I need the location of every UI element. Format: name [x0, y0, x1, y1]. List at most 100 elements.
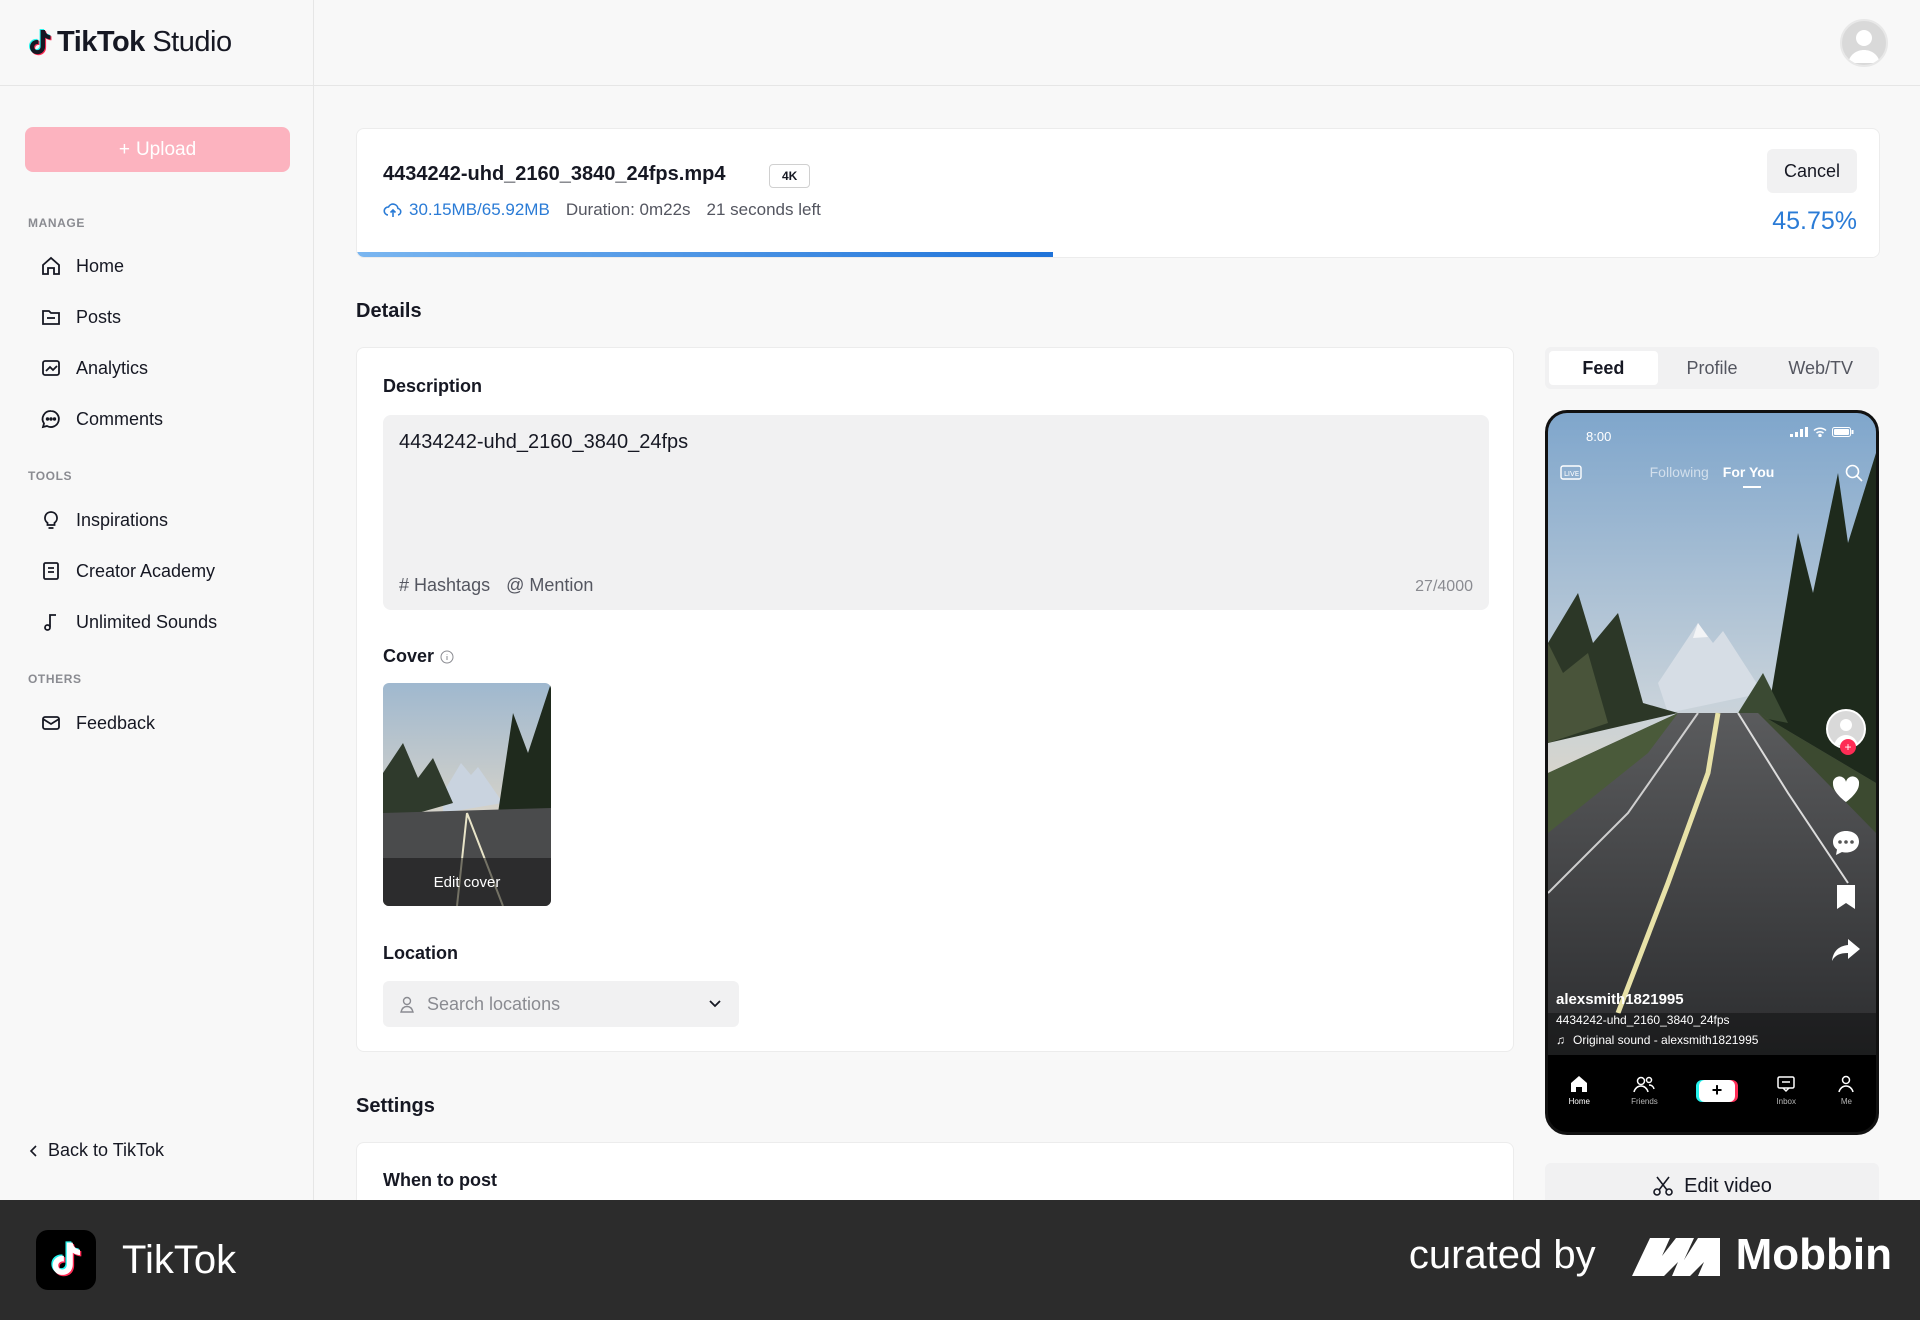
description-text: 4434242-uhd_2160_3840_24fps	[399, 431, 689, 453]
phone-sound: ♫ Original sound - alexsmith1821995	[1556, 1033, 1758, 1047]
phone-nav-label: Inbox	[1776, 1097, 1796, 1106]
bookmark-icon	[1837, 885, 1855, 909]
info-icon[interactable]	[440, 650, 454, 664]
cloud-upload-icon	[383, 203, 402, 217]
phone-bottom-nav: Home Friends + Inbox Me	[1548, 1055, 1876, 1132]
phone-sound-label: Original sound - alexsmith1821995	[1573, 1033, 1759, 1047]
sidebar-item-feedback[interactable]: Feedback	[40, 712, 155, 734]
tab-feed[interactable]: Feed	[1549, 351, 1658, 385]
hash-icon: #	[399, 575, 410, 595]
phone-feed-nav: Following For You	[1548, 464, 1876, 480]
lightbulb-icon	[44, 511, 58, 529]
section-title-tools: TOOLS	[28, 469, 73, 483]
posts-icon	[42, 310, 60, 325]
sidebar-item-label: Home	[76, 255, 125, 276]
footer-app-name: TikTok	[122, 1237, 237, 1282]
sidebar-item-label: Feedback	[76, 712, 156, 733]
mobbin-brand-text: Mobbin	[1735, 1230, 1892, 1279]
sidebar-item-comments[interactable]: Comments	[40, 408, 163, 430]
settings-card: When to post	[356, 1142, 1514, 1202]
cover-label-text: Cover	[383, 646, 435, 666]
share-icon	[1832, 939, 1860, 961]
create-plus-icon: +	[1699, 1079, 1735, 1102]
cover-thumbnail[interactable]: Edit cover	[383, 683, 551, 906]
location-label: Location	[383, 943, 458, 963]
hashtags-button[interactable]: # Hashtags	[399, 575, 490, 596]
chevron-left-icon	[29, 1144, 37, 1157]
profile-icon	[1838, 1075, 1855, 1093]
back-to-tiktok-link[interactable]: Back to TikTok	[28, 1140, 164, 1161]
upload-button[interactable]: + Upload	[25, 127, 290, 172]
duration-text: Duration: 0m22s	[565, 200, 691, 219]
logo-text: TikTok Studio	[57, 26, 232, 58]
sidebar-item-creator-academy[interactable]: Creator Academy	[40, 560, 215, 582]
file-name: 4434242-uhd_2160_3840_24fps.mp4	[383, 163, 726, 185]
user-avatar-icon	[1848, 30, 1880, 63]
description-tools: # Hashtags @ Mention	[399, 575, 593, 596]
comment-icon	[1833, 831, 1859, 855]
section-title-manage: MANAGE	[28, 216, 85, 230]
sidebar-item-inspirations[interactable]: Inspirations	[40, 509, 168, 531]
edit-cover-button[interactable]: Edit cover	[383, 858, 551, 906]
inbox-icon	[1777, 1076, 1795, 1093]
mobbin-footer: TikTok curated by Mobbin	[0, 1200, 1920, 1320]
upload-percent: 45.75%	[1772, 207, 1857, 235]
phone-nav-label: Friends	[1631, 1097, 1658, 1106]
section-title-others: OTHERS	[28, 672, 82, 686]
hashtags-label: Hashtags	[414, 575, 491, 595]
location-search-select[interactable]: Search locations	[383, 981, 739, 1027]
chevron-down-icon	[709, 1000, 721, 1008]
scissors-icon	[1653, 1176, 1673, 1196]
mail-icon	[42, 716, 60, 730]
sidebar-item-unlimited-sounds[interactable]: Unlimited Sounds	[40, 611, 217, 633]
sidebar-item-posts[interactable]: Posts	[40, 306, 121, 328]
signal-icon	[1790, 427, 1808, 437]
sidebar: TikTok Studio + Upload MANAGE Home Posts…	[0, 0, 314, 1200]
location-user-icon	[400, 996, 414, 1013]
description-label: Description	[383, 376, 483, 396]
details-card: Description 4434242-uhd_2160_3840_24fps …	[356, 347, 1514, 1052]
sidebar-item-label: Analytics	[76, 357, 149, 378]
sidebar-item-analytics[interactable]: Analytics	[40, 357, 148, 379]
mobbin-logo-icon	[1631, 1238, 1720, 1276]
avatar[interactable]	[1840, 19, 1888, 67]
phone-nav-home: Home	[1569, 1075, 1590, 1106]
preview-tabs: Feed Profile Web/TV	[1545, 347, 1879, 389]
tiktok-studio-logo[interactable]: TikTok Studio	[27, 26, 232, 59]
heart-icon	[1832, 776, 1860, 802]
mobbin-logo: Mobbin	[1631, 1230, 1892, 1280]
cancel-button[interactable]: Cancel	[1767, 149, 1857, 193]
mention-button[interactable]: @ Mention	[506, 575, 593, 596]
sidebar-item-home[interactable]: Home	[40, 255, 124, 277]
following-tab: Following	[1649, 464, 1709, 480]
tab-profile[interactable]: Profile	[1658, 351, 1767, 385]
description-input[interactable]: 4434242-uhd_2160_3840_24fps # Hashtags @…	[383, 415, 1489, 610]
cover-label: Cover	[383, 646, 454, 667]
phone-time: 8:00	[1586, 429, 1612, 444]
tab-web-tv[interactable]: Web/TV	[1766, 351, 1875, 385]
phone-nav-me: Me	[1837, 1075, 1855, 1106]
sidebar-divider	[0, 85, 314, 86]
phone-caption: 4434242-uhd_2160_3840_24fps	[1556, 1013, 1730, 1027]
footer-credit: curated by Mobbin	[1409, 1230, 1892, 1280]
music-note-icon: ♫	[1556, 1033, 1565, 1047]
creator-avatar: +	[1826, 709, 1866, 755]
follow-plus-icon: +	[1840, 739, 1856, 755]
tiktok-logo-icon	[51, 1241, 82, 1277]
sidebar-item-label: Comments	[76, 408, 164, 429]
wifi-icon	[1813, 427, 1827, 437]
when-to-post-label: When to post	[383, 1170, 497, 1190]
friends-icon	[1633, 1076, 1656, 1093]
home-icon	[42, 256, 60, 275]
time-left-text: 21 seconds left	[706, 200, 821, 219]
upload-meta: 30.15MB/65.92MB Duration: 0m22s 21 secon…	[383, 200, 821, 220]
search-icon	[1845, 464, 1863, 482]
details-heading: Details	[356, 300, 422, 322]
char-count: 27/4000	[1415, 578, 1473, 595]
sidebar-item-label: Unlimited Sounds	[76, 611, 218, 632]
comments-icon	[41, 410, 60, 429]
mention-label: Mention	[529, 575, 594, 595]
location-placeholder: Search locations	[427, 993, 561, 1014]
for-you-underline	[1743, 486, 1761, 488]
phone-status-icons	[1790, 427, 1854, 437]
